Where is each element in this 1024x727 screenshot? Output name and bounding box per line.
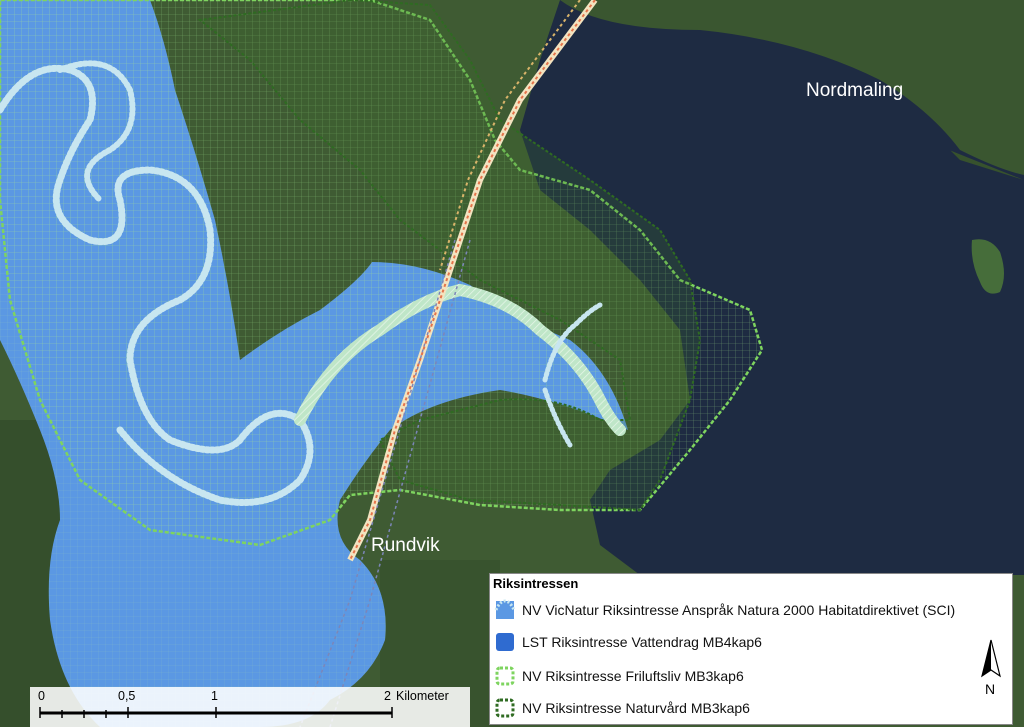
legend-label: NV Riksintresse Naturvård MB3kap6 <box>522 700 750 716</box>
north-arrow-icon: N <box>974 636 1008 698</box>
legend-label: NV VicNatur Riksintresse Anspråk Natura … <box>522 602 956 618</box>
legend-item-naturvard: NV Riksintresse Naturvård MB3kap6 <box>494 696 750 720</box>
scale-tick: 0 <box>38 689 45 703</box>
legend-label: NV Riksintresse Friluftsliv MB3kap6 <box>522 668 744 684</box>
place-label-rundvik: Rundvik <box>371 535 440 556</box>
scale-bar: 0 0,5 1 2 Kilometer <box>30 687 470 727</box>
friluftsliv-swatch-icon <box>495 666 515 686</box>
naturvard-swatch-icon <box>495 698 515 718</box>
north-arrow: N <box>974 636 1008 698</box>
legend-item-friluftsliv: NV Riksintresse Friluftsliv MB3kap6 <box>494 664 744 688</box>
scale-tick: 0,5 <box>118 689 136 703</box>
legend-title: Riksintressen <box>493 576 579 591</box>
legend-item-vattendrag: LST Riksintresse Vattendrag MB4kap6 <box>494 630 762 654</box>
legend-item-natura2000: NV VicNatur Riksintresse Anspråk Natura … <box>494 598 955 622</box>
scale-tick: 2 <box>384 689 391 703</box>
scale-bar-graphic <box>39 707 393 718</box>
legend-label: LST Riksintresse Vattendrag MB4kap6 <box>522 634 762 650</box>
scale-unit: Kilometer <box>396 689 449 703</box>
north-label: N <box>985 681 995 697</box>
place-label-nordmaling: Nordmaling <box>806 80 903 101</box>
natura2000-swatch-icon <box>494 599 516 619</box>
scale-tick: 1 <box>211 689 218 703</box>
vattendrag-swatch-icon <box>496 633 514 651</box>
map-legend: Riksintressen NV VicNatur Riksintresse A… <box>489 573 1013 725</box>
